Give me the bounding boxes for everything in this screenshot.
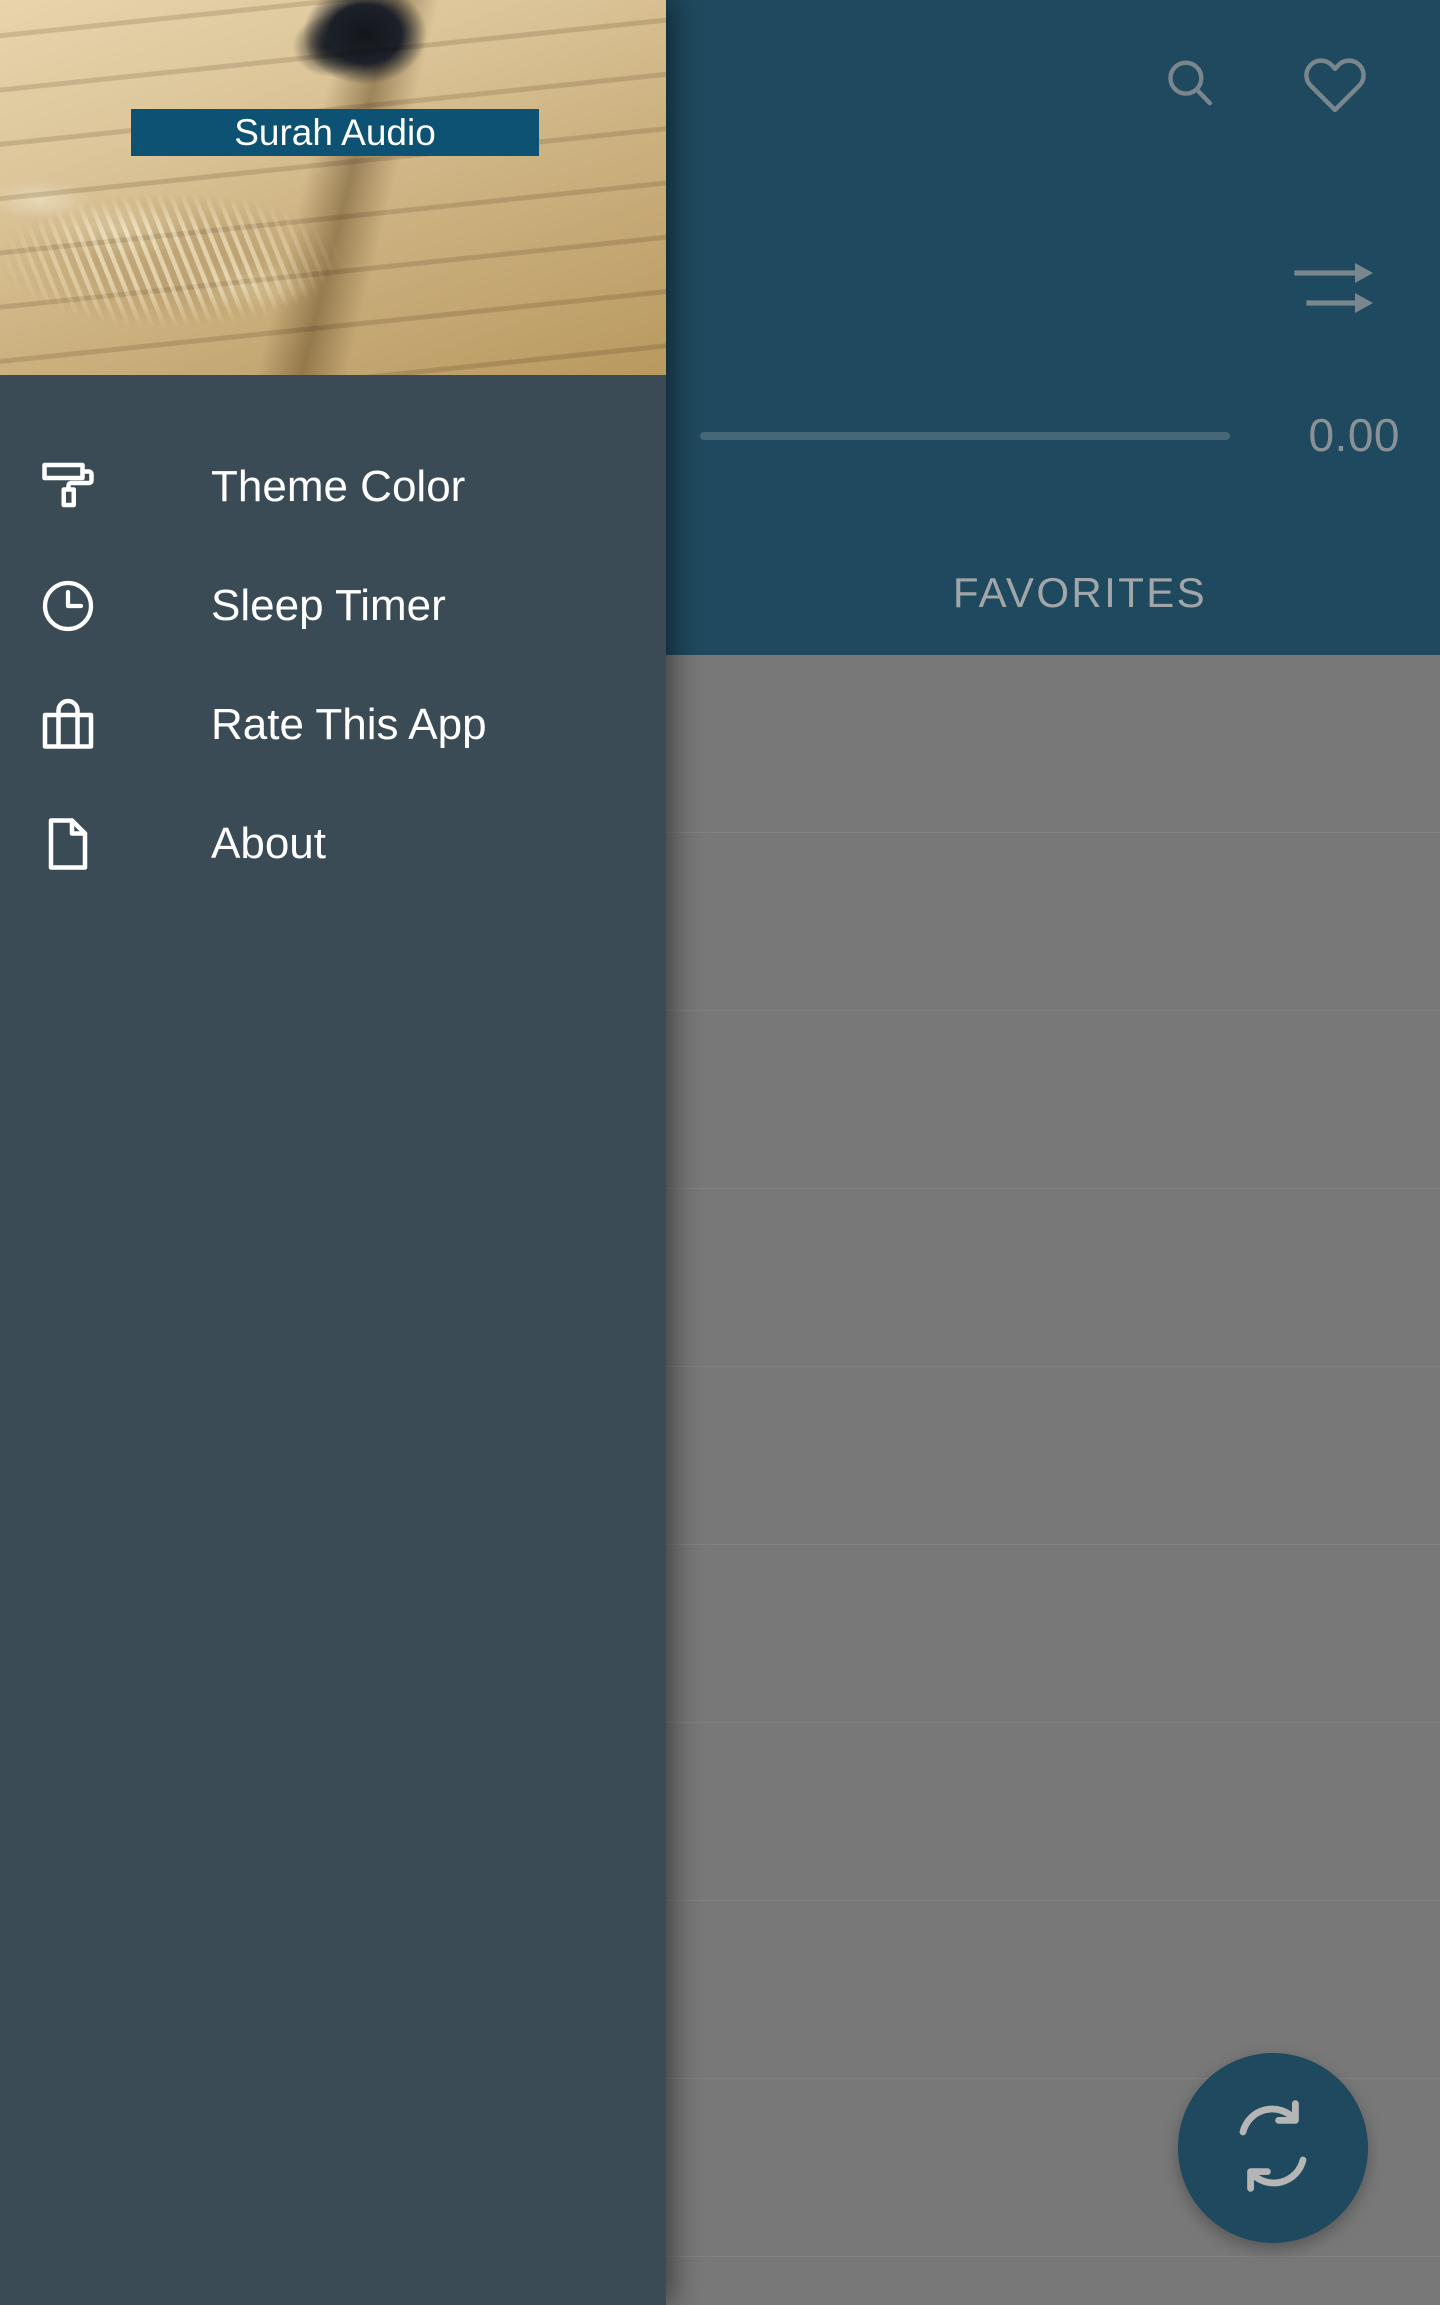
chain-necklace-graphic <box>0 150 490 375</box>
search-icon <box>1157 52 1223 118</box>
paint-roller-icon <box>38 457 98 517</box>
drawer-menu: Theme Color Sleep Timer Rate This App Ab… <box>0 375 666 903</box>
search-button[interactable] <box>1135 30 1245 140</box>
refresh-fab-button[interactable] <box>1178 2053 1368 2243</box>
navigation-drawer: Surah Audio Theme Color Sleep Timer Rate… <box>0 0 666 2305</box>
shopping-bag-icon <box>38 695 98 755</box>
drawer-title-banner: Surah Audio <box>131 109 539 156</box>
clock-icon <box>38 576 98 636</box>
repeat-sync-icon <box>1225 2098 1321 2199</box>
app-screen: 0.00 ST FAVORITES <box>0 0 1440 2305</box>
app-bar-actions <box>1020 30 1440 150</box>
skip-forward-arrows-icon <box>1293 257 1377 324</box>
seek-slider[interactable] <box>700 432 1230 440</box>
skip-forward-button[interactable] <box>1280 235 1390 345</box>
drawer-item-label: Rate This App <box>211 699 487 749</box>
drawer-item-theme-color[interactable]: Theme Color <box>0 427 666 546</box>
drawer-item-label: Sleep Timer <box>211 580 446 630</box>
drawer-item-about[interactable]: About <box>0 784 666 903</box>
drawer-item-sleep-timer[interactable]: Sleep Timer <box>0 546 666 665</box>
heart-icon <box>1299 49 1371 121</box>
document-icon <box>38 814 98 874</box>
drawer-header: Surah Audio <box>0 0 666 375</box>
player-time-label: 0.00 <box>1308 409 1400 461</box>
drawer-item-rate-this-app[interactable]: Rate This App <box>0 665 666 784</box>
drawer-item-label: About <box>211 818 326 868</box>
drawer-title-text: Surah Audio <box>234 112 436 153</box>
tab-favorites[interactable]: FAVORITES <box>720 569 1440 617</box>
favorites-button[interactable] <box>1280 30 1390 140</box>
drawer-item-label: Theme Color <box>211 461 466 511</box>
